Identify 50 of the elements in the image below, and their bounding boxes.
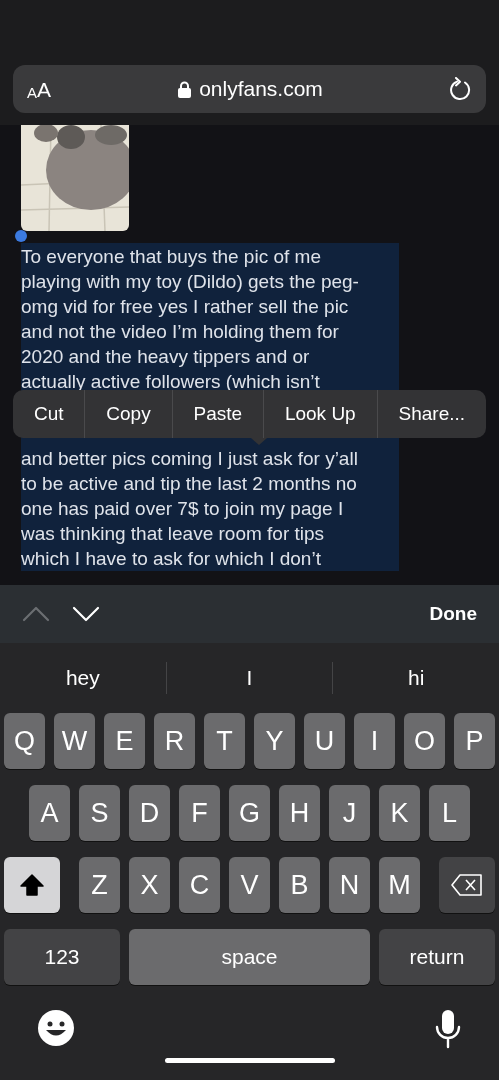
- key[interactable]: E: [104, 713, 145, 769]
- url-text: onlyfans.com: [199, 76, 323, 103]
- key[interactable]: M: [379, 857, 420, 913]
- key[interactable]: K: [379, 785, 420, 841]
- lock-icon: [178, 80, 192, 98]
- key[interactable]: L: [429, 785, 470, 841]
- selection-handle[interactable]: [15, 230, 27, 242]
- menu-item[interactable]: Look Up: [263, 390, 377, 438]
- delete-key[interactable]: [439, 857, 495, 913]
- key[interactable]: W: [54, 713, 95, 769]
- delete-icon: [451, 874, 483, 896]
- key[interactable]: I: [354, 713, 395, 769]
- key[interactable]: G: [229, 785, 270, 841]
- key[interactable]: Y: [254, 713, 295, 769]
- key[interactable]: D: [129, 785, 170, 841]
- key[interactable]: X: [129, 857, 170, 913]
- key[interactable]: O: [404, 713, 445, 769]
- shift-key[interactable]: [4, 857, 60, 913]
- space-key[interactable]: space: [129, 929, 370, 985]
- suggestion[interactable]: I: [165, 662, 333, 694]
- key[interactable]: P: [454, 713, 495, 769]
- return-key[interactable]: return: [379, 929, 495, 985]
- key[interactable]: Z: [79, 857, 120, 913]
- key[interactable]: Q: [4, 713, 45, 769]
- key[interactable]: J: [329, 785, 370, 841]
- done-button[interactable]: Done: [429, 599, 477, 629]
- menu-item[interactable]: Share...: [376, 390, 486, 438]
- address-bar[interactable]: AA onlyfans.com: [13, 65, 486, 113]
- key[interactable]: N: [329, 857, 370, 913]
- key[interactable]: U: [304, 713, 345, 769]
- reload-icon[interactable]: [450, 77, 472, 101]
- key[interactable]: C: [179, 857, 220, 913]
- key[interactable]: R: [154, 713, 195, 769]
- suggestion[interactable]: hi: [332, 662, 499, 694]
- key[interactable]: S: [79, 785, 120, 841]
- key[interactable]: F: [179, 785, 220, 841]
- key[interactable]: V: [229, 857, 270, 913]
- shift-arrow-icon: [20, 874, 44, 896]
- numbers-key[interactable]: 123: [4, 929, 120, 985]
- menu-item[interactable]: Copy: [84, 390, 172, 438]
- emoji-icon[interactable]: [37, 1009, 75, 1047]
- key[interactable]: T: [204, 713, 245, 769]
- post-text: and better pics coming I just ask for y’all to be active and tip the last 2 months no one has paid over 7$ to join my page I was thinking that leave room for tips which I have to ask for which I don’t: [21, 447, 359, 571]
- text-size-button[interactable]: AA: [27, 78, 52, 100]
- microphone-icon[interactable]: [434, 1009, 462, 1049]
- key[interactable]: H: [279, 785, 320, 841]
- suggestion[interactable]: hey: [0, 662, 166, 694]
- key[interactable]: A: [29, 785, 70, 841]
- chevron-down-icon[interactable]: [72, 606, 100, 622]
- key[interactable]: B: [279, 857, 320, 913]
